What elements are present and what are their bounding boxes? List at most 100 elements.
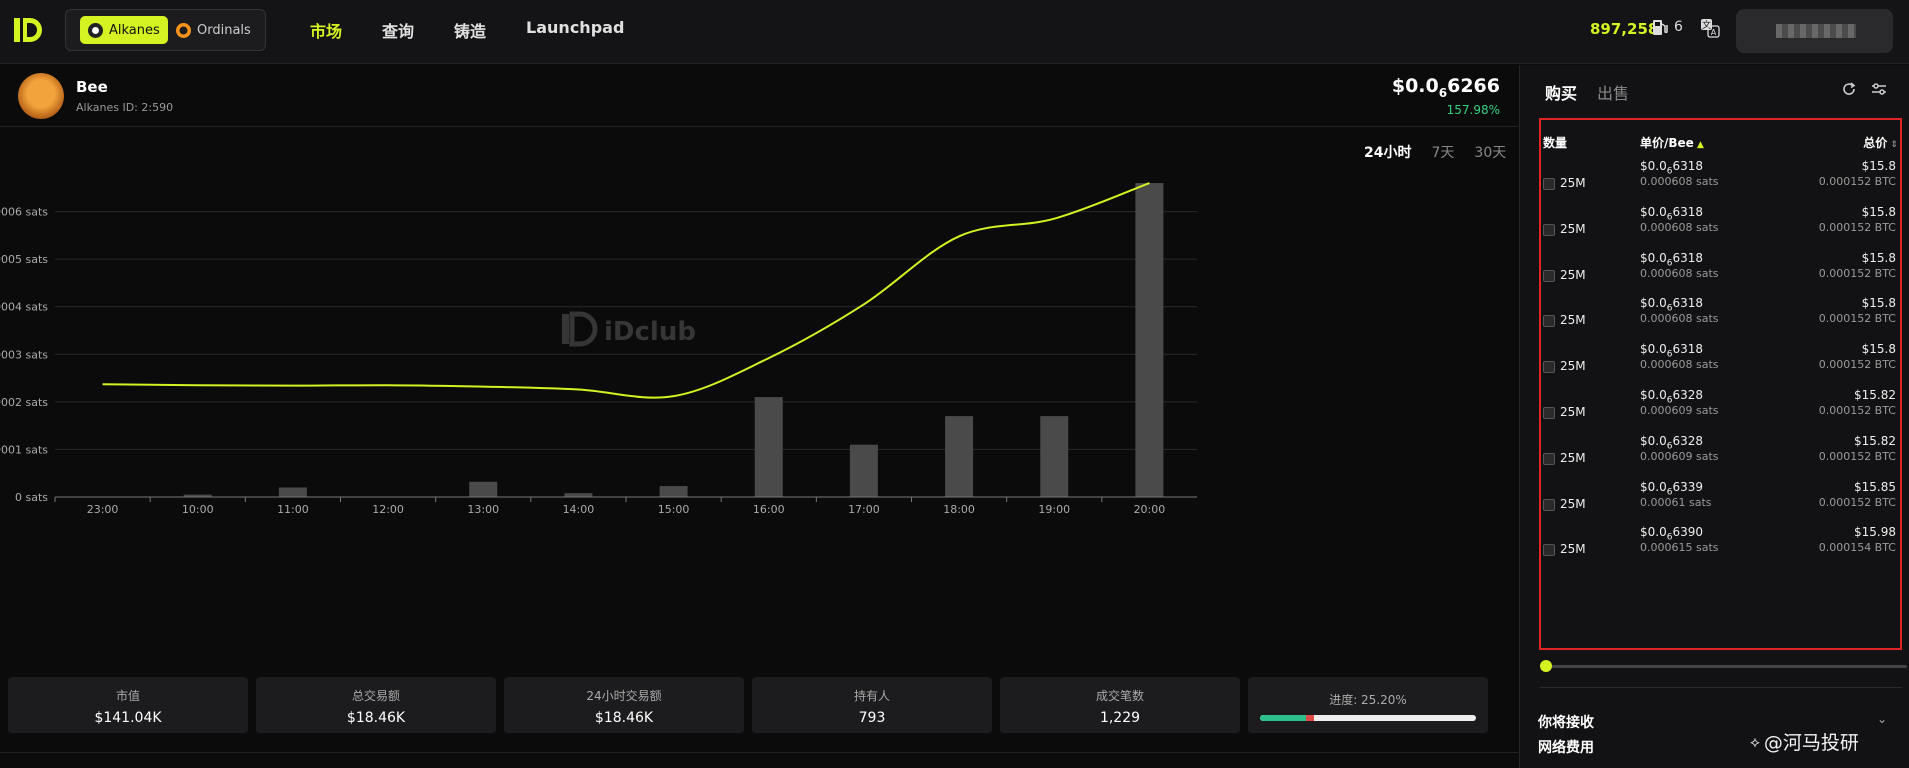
- slider-thumb[interactable]: [1540, 660, 1552, 672]
- chevron-down-icon[interactable]: ⌄: [1877, 712, 1887, 726]
- watermark-logo-icon: [562, 314, 569, 344]
- range-tab-30d[interactable]: 30天: [1474, 142, 1506, 162]
- unit-suffix: 6328: [1672, 388, 1703, 402]
- tab-sell[interactable]: 出售: [1597, 80, 1629, 104]
- volume-bar: [849, 444, 878, 497]
- x-tick-label: 10:00: [182, 503, 214, 516]
- order-checkbox[interactable]: [1543, 361, 1555, 374]
- watermark-text: @河马投研: [1763, 732, 1859, 754]
- order-row[interactable]: 25M $0.066339 0.00061 sats $15.85 0.000152 B…: [1543, 480, 1898, 534]
- unit-suffix: 6318: [1672, 250, 1703, 265]
- order-row[interactable]: 25M $0.066318 0.000608 sats $15.8 0.000152 B…: [1543, 251, 1898, 305]
- wallet-button[interactable]: [1736, 9, 1893, 53]
- sort-icon: ⇕: [1887, 140, 1898, 150]
- unit-prefix: $0.0: [1640, 342, 1667, 357]
- header-total[interactable]: 总价 ⇕: [1863, 134, 1898, 151]
- order-unit-sats: 0.000608 sats: [1640, 312, 1719, 326]
- order-row[interactable]: 25M $0.066318 0.000608 sats $15.8 0.000152 B…: [1543, 296, 1898, 350]
- order-qty: 25M: [1560, 542, 1586, 557]
- order-total-usd: $15.82: [1854, 388, 1896, 402]
- order-total-usd: $15.82: [1854, 433, 1896, 448]
- nav-query[interactable]: 查询: [382, 18, 414, 42]
- nav-market[interactable]: 市场: [310, 18, 342, 42]
- unit-suffix: 6318: [1672, 159, 1703, 173]
- stats-bar: 市值 $141.04K 总交易额 $18.46K 24小时交易额 $18.46K…: [8, 677, 1508, 733]
- stat-trades: 成交笔数 1,229: [1000, 677, 1240, 733]
- gas-indicator[interactable]: 6: [1652, 18, 1683, 36]
- order-checkbox[interactable]: [1543, 544, 1555, 557]
- volume-bar: [754, 397, 783, 497]
- unit-prefix: $0.0: [1640, 159, 1667, 173]
- stat-label: 市值: [115, 689, 140, 703]
- order-total-usd: $15.85: [1854, 479, 1896, 494]
- stat-value: $141.04K: [94, 710, 162, 726]
- order-row[interactable]: 25M $0.066328 0.000609 sats $15.82 0.000152 …: [1543, 434, 1898, 488]
- order-total-usd: $15.8: [1861, 159, 1896, 173]
- order-checkbox[interactable]: [1543, 178, 1555, 190]
- price-prefix: $0.0: [1391, 75, 1439, 97]
- range-tab-24h[interactable]: 24小时: [1364, 142, 1411, 162]
- gas-value: 6: [1674, 19, 1683, 35]
- order-checkbox[interactable]: [1543, 269, 1555, 282]
- order-unit-sats: 0.000608 sats: [1640, 220, 1719, 234]
- price-suffix: 6266: [1447, 75, 1500, 97]
- x-tick-label: 15:00: [658, 503, 690, 516]
- order-checkbox[interactable]: [1543, 452, 1555, 465]
- wallet-address-redacted: [1776, 24, 1856, 38]
- order-qty: 25M: [1560, 496, 1586, 511]
- stat-value: 793: [858, 710, 886, 726]
- order-checkbox[interactable]: [1543, 498, 1555, 511]
- x-tick-label: 18:00: [943, 503, 975, 516]
- stat-24h-volume: 24小时交易额 $18.46K: [504, 677, 744, 733]
- x-tick-label: 19:00: [1038, 503, 1070, 516]
- volume-bar: [469, 481, 498, 497]
- order-unit-sats: 0.000608 sats: [1640, 175, 1719, 188]
- order-row[interactable]: 25M $0.066390 0.000615 sats $15.98 0.000154 …: [1543, 525, 1898, 579]
- tab-buy[interactable]: 购买: [1545, 80, 1577, 104]
- idclub-logo[interactable]: [12, 14, 44, 46]
- order-unit-sats: 0.000608 sats: [1640, 358, 1719, 372]
- refresh-icon[interactable]: [1841, 81, 1857, 97]
- diamond-logo-icon: ⟡: [1750, 732, 1760, 751]
- unit-prefix: $0.0: [1640, 296, 1667, 311]
- nav-launchpad[interactable]: Launchpad: [526, 18, 624, 42]
- price-volume-chart[interactable]: iDclub 0 sats 0.0001 sats 0.0002 sats 0.000…: [0, 180, 1500, 640]
- order-row[interactable]: 25M $0.066328 0.000609 sats $15.82 0.000152 …: [1543, 388, 1898, 442]
- range-tab-7d[interactable]: 7天: [1431, 142, 1454, 162]
- chart-watermark: iDclub: [562, 311, 696, 347]
- order-qty: 25M: [1560, 176, 1586, 190]
- order-row[interactable]: 25M $0.066318 0.000608 sats $15.8 0.000152 B…: [1543, 342, 1898, 396]
- chain-tab-alkanes[interactable]: Alkanes: [80, 16, 168, 44]
- order-checkbox[interactable]: [1543, 223, 1555, 236]
- divider: [0, 752, 1518, 753]
- order-qty: 25M: [1560, 221, 1586, 236]
- stat-value: 1,229: [1099, 710, 1141, 726]
- order-checkbox[interactable]: [1543, 315, 1555, 328]
- chain-label-alkanes: Alkanes: [109, 22, 160, 38]
- unit-prefix: $0.0: [1640, 388, 1667, 402]
- chain-tab-ordinals[interactable]: Ordinals: [168, 16, 259, 44]
- order-checkbox[interactable]: [1543, 407, 1555, 419]
- order-total-btc: 0.000152 BTC: [1818, 449, 1896, 463]
- order-row[interactable]: 25M $0.066318 0.000608 sats $15.8 0.000152 B…: [1543, 205, 1898, 259]
- order-unit-sats: 0.000608 sats: [1640, 266, 1719, 280]
- svg-text:A: A: [1711, 28, 1717, 37]
- token-name: Bee: [76, 78, 108, 96]
- order-total-btc: 0.000152 BTC: [1818, 404, 1896, 417]
- receive-label[interactable]: 你将接收: [1538, 712, 1594, 732]
- order-total-btc: 0.000152 BTC: [1818, 266, 1896, 280]
- header-qty[interactable]: 数量: [1543, 134, 1567, 151]
- header-unit-price[interactable]: 单价/Bee ▲: [1640, 134, 1704, 151]
- x-tick-label: 20:00: [1134, 503, 1166, 516]
- quantity-slider[interactable]: [1540, 660, 1907, 672]
- nav-mint[interactable]: 铸造: [454, 18, 486, 42]
- order-unit-price: $0.066318: [1640, 342, 1703, 359]
- order-row[interactable]: 25M $0.066318 0.000608 sats $15.8 0.000152 B…: [1543, 159, 1898, 213]
- unit-suffix: 6390: [1672, 525, 1703, 540]
- x-tick-label: 23:00: [87, 503, 119, 516]
- trade-tabs: 购买 出售: [1545, 80, 1629, 104]
- language-icon[interactable]: 文 A: [1700, 18, 1720, 38]
- order-unit-price: $0.066339: [1640, 480, 1703, 497]
- sort-icon: ▲: [1693, 140, 1704, 150]
- settings-sliders-icon[interactable]: [1871, 81, 1887, 97]
